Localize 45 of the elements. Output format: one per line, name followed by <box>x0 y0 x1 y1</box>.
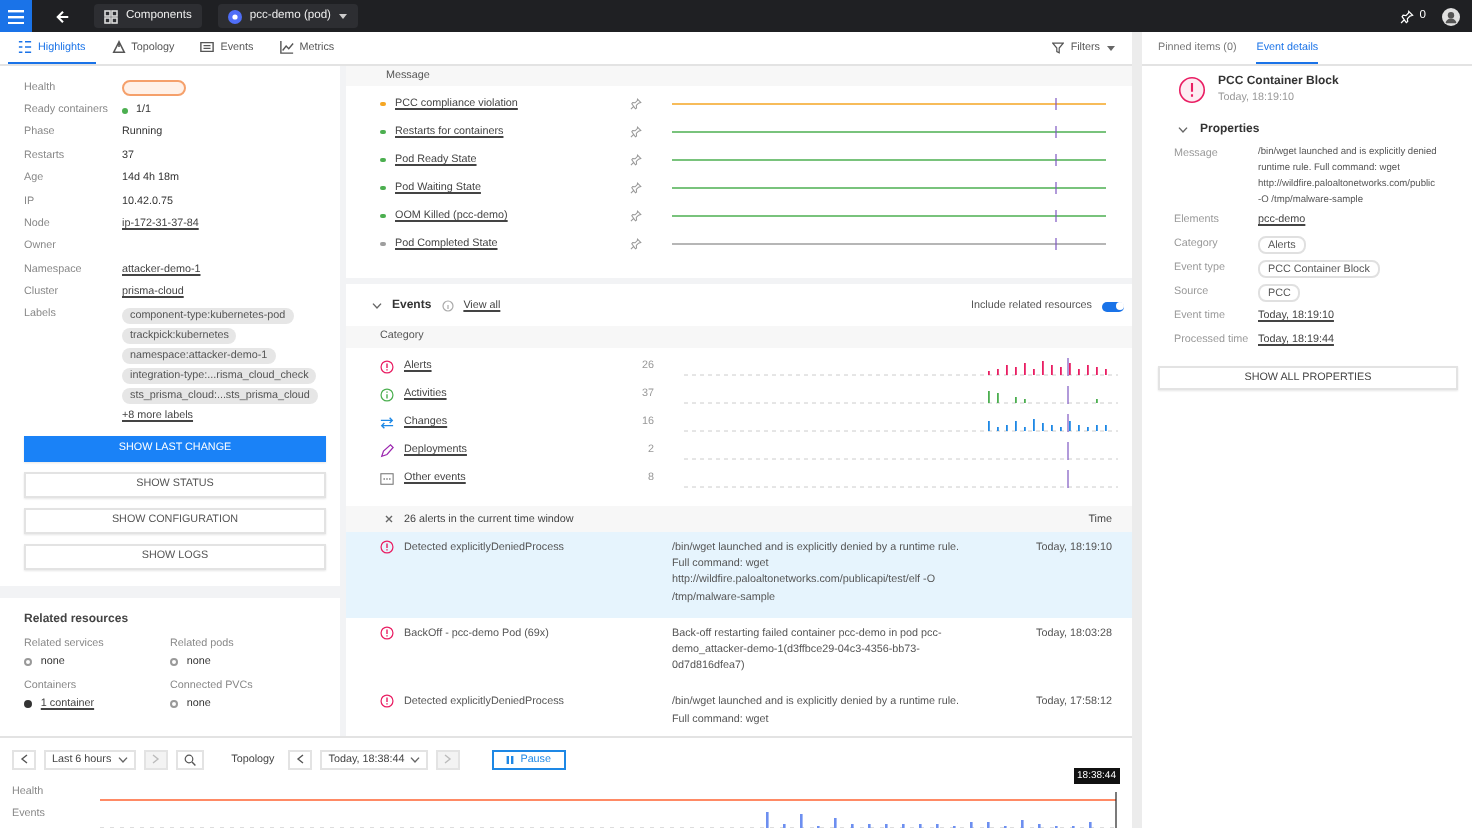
menu-button[interactable] <box>0 0 32 32</box>
alert-icon <box>380 625 394 640</box>
chevron-down-icon[interactable] <box>372 302 382 310</box>
caret-icon <box>117 755 128 763</box>
pin-icon[interactable] <box>629 182 641 194</box>
search-icon <box>183 753 196 765</box>
pin-icon[interactable] <box>629 210 641 222</box>
back-arrow-icon[interactable] <box>56 9 70 23</box>
other-icon <box>380 471 394 485</box>
filter-icon <box>1052 42 1065 54</box>
pin-icon[interactable] <box>629 154 641 166</box>
alert-icon <box>380 694 394 709</box>
chevron-left-icon <box>296 754 305 764</box>
menu-icon <box>8 9 24 23</box>
pin-icon[interactable] <box>629 126 641 138</box>
highlights-icon <box>18 40 32 54</box>
events-icon <box>200 40 215 54</box>
health-badge <box>122 79 186 96</box>
topology-icon <box>111 40 126 54</box>
close-icon[interactable] <box>384 514 394 524</box>
alert-row[interactable] <box>346 532 1132 618</box>
alert-icon <box>380 540 394 554</box>
chevron-left-icon <box>20 754 28 764</box>
metrics-icon <box>279 40 294 54</box>
previous-button[interactable] <box>288 749 313 769</box>
toggle-switch[interactable] <box>1102 301 1124 311</box>
caret-icon <box>338 12 349 20</box>
chevron-right-icon <box>444 754 453 764</box>
avatar-icon[interactable] <box>1442 7 1460 25</box>
info-icon <box>441 300 454 312</box>
change-icon <box>380 415 394 429</box>
zoom-button[interactable] <box>175 749 204 769</box>
pause-icon <box>506 755 515 763</box>
pin-icon <box>1399 9 1414 23</box>
alert-icon <box>1178 76 1206 104</box>
pin-icon[interactable] <box>629 238 641 250</box>
chevron-right-icon <box>151 754 160 764</box>
pod-icon <box>227 9 242 23</box>
previous-button[interactable] <box>12 749 36 769</box>
chevron-down-icon[interactable] <box>1178 126 1188 134</box>
caret-icon <box>1106 44 1116 52</box>
pin-icon[interactable] <box>629 98 641 110</box>
grid-icon <box>104 9 118 23</box>
alert-icon <box>380 359 394 373</box>
caret-icon <box>410 755 421 763</box>
